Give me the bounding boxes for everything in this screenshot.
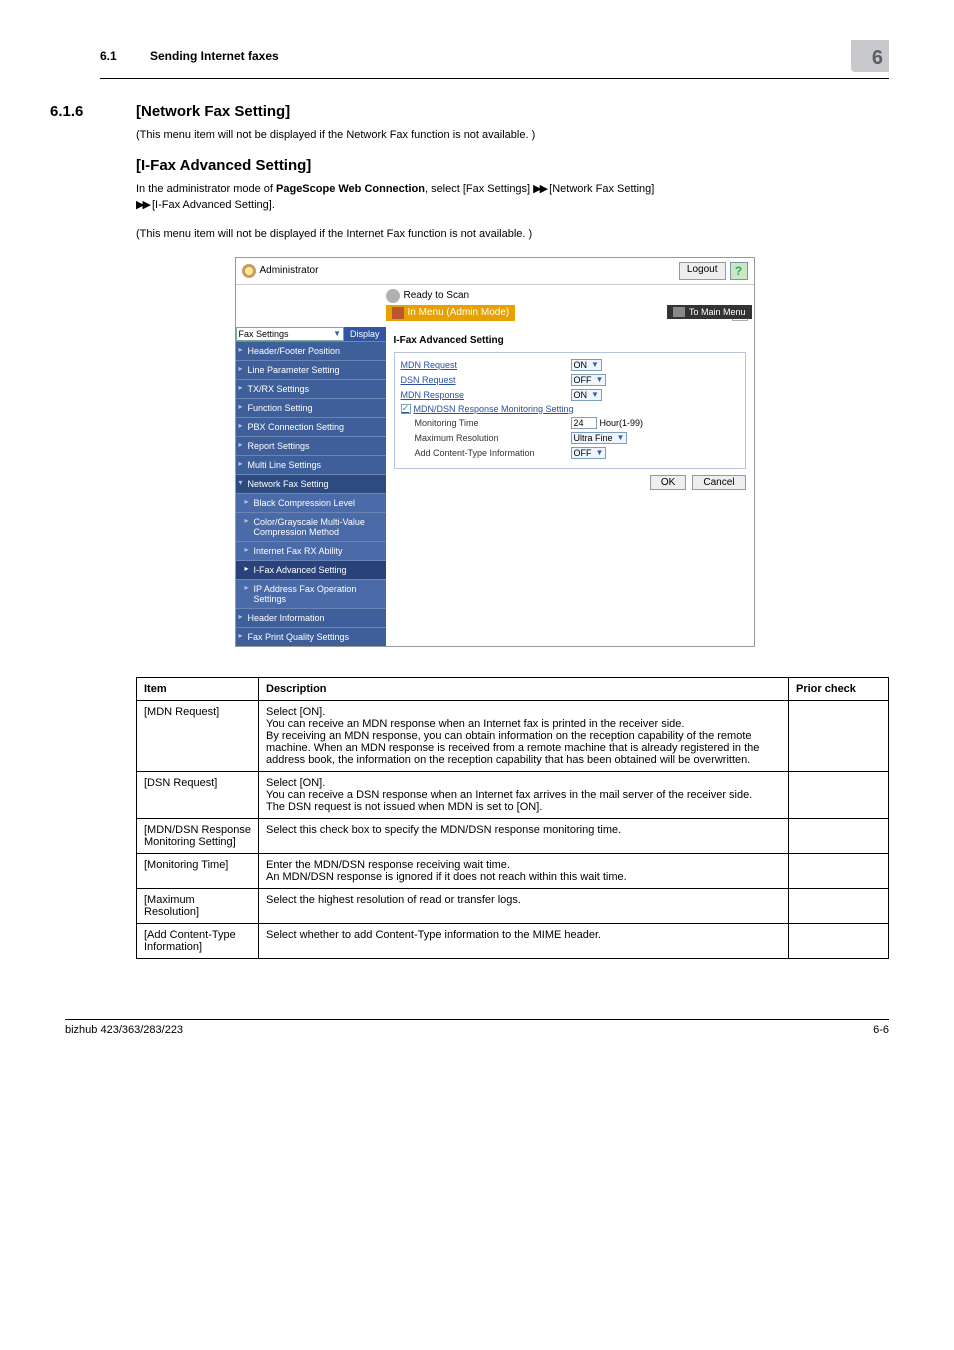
nav-pbx[interactable]: PBX Connection Setting (236, 417, 386, 436)
chevron-down-icon: ▼ (333, 329, 341, 338)
nav-header-footer[interactable]: Header/Footer Position (236, 341, 386, 360)
intro-text-3: (This menu item will not be displayed if… (136, 227, 889, 242)
cell-item: [Add Content-Type Information] (137, 923, 259, 958)
footer-model: bizhub 423/363/283/223 (65, 1024, 183, 1036)
cell-item: [MDN Request] (137, 700, 259, 771)
th-description: Description (259, 677, 789, 700)
status-icon (386, 289, 400, 303)
table-row: [MDN Request] Select [ON]. You can recei… (137, 700, 889, 771)
chevron-down-icon: ▼ (596, 375, 604, 384)
dsn-request-select[interactable]: OFF▼ (571, 374, 607, 386)
nav-header-info[interactable]: Header Information (236, 608, 386, 627)
monitoring-time-input[interactable] (571, 417, 597, 429)
section-number: 6.1 (100, 49, 150, 63)
to-main-menu-button[interactable]: To Main Menu (667, 305, 752, 319)
menu-mode-icon (392, 307, 404, 319)
nav-black-compression[interactable]: Black Compression Level (236, 493, 386, 512)
nav-function[interactable]: Function Setting (236, 398, 386, 417)
nav-color-grayscale[interactable]: Color/Grayscale Multi-Value Compression … (236, 512, 386, 541)
table-row: [MDN/DSN Response Monitoring Setting] Se… (137, 818, 889, 853)
nav-ifax-advanced[interactable]: I-Fax Advanced Setting (236, 560, 386, 579)
screenshot-panel: Administrator Logout ? Ready to Scan In … (235, 257, 755, 647)
mdn-response-select[interactable]: ON▼ (571, 389, 602, 401)
th-prior: Prior check (789, 677, 889, 700)
nav-network-fax[interactable]: Network Fax Setting (236, 474, 386, 493)
max-resolution-select[interactable]: Ultra Fine▼ (571, 432, 628, 444)
nav-report[interactable]: Report Settings (236, 436, 386, 455)
logout-button[interactable]: Logout (679, 262, 726, 280)
administrator-label: Administrator (260, 265, 319, 276)
main-menu-icon (673, 307, 685, 317)
cell-prior (789, 771, 889, 818)
intro-text-1: (This menu item will not be displayed if… (136, 128, 889, 143)
content-area: To Main Menu I-Fax Advanced Setting MDN … (386, 327, 754, 646)
cancel-button[interactable]: Cancel (692, 475, 745, 490)
nav-txrx[interactable]: TX/RX Settings (236, 379, 386, 398)
category-select[interactable]: Fax Settings ▼ (236, 327, 344, 341)
nav-multiline[interactable]: Multi Line Settings (236, 455, 386, 474)
content-heading: I-Fax Advanced Setting (394, 335, 746, 346)
cell-item: [DSN Request] (137, 771, 259, 818)
footer-page: 6-6 (873, 1024, 889, 1036)
menu-mode-tag: In Menu (Admin Mode) (386, 305, 516, 321)
monitoring-checkbox[interactable]: ✓ (401, 404, 411, 414)
help-button[interactable]: ? (730, 262, 748, 280)
status-text: Ready to Scan (404, 290, 470, 301)
nav-line-parameter[interactable]: Line Parameter Setting (236, 360, 386, 379)
dsn-request-link[interactable]: DSN Request (401, 375, 571, 385)
administrator-icon (242, 264, 256, 278)
cell-prior (789, 888, 889, 923)
cell-item: [Monitoring Time] (137, 853, 259, 888)
th-item: Item (137, 677, 259, 700)
monitoring-checkbox-label[interactable]: MDN/DSN Response Monitoring Setting (414, 404, 574, 414)
cell-item: [MDN/DSN Response Monitoring Setting] (137, 818, 259, 853)
mdn-request-link[interactable]: MDN Request (401, 360, 571, 370)
cell-desc: Select the highest resolution of read or… (259, 888, 789, 923)
cell-prior (789, 700, 889, 771)
cell-desc: Select [ON]. You can receive a DSN respo… (259, 771, 789, 818)
cell-prior (789, 853, 889, 888)
corner-badge: 6 (851, 40, 889, 72)
max-resolution-label: Maximum Resolution (415, 433, 571, 443)
table-row: [Maximum Resolution] Select the highest … (137, 888, 889, 923)
add-content-type-select[interactable]: OFF▼ (571, 447, 607, 459)
section-title: Sending Internet faxes (150, 49, 851, 63)
spec-table: Item Description Prior check [MDN Reques… (136, 677, 889, 959)
table-row: [Add Content-Type Information] Select wh… (137, 923, 889, 958)
monitoring-time-label: Monitoring Time (415, 418, 571, 428)
add-content-type-label: Add Content-Type Information (415, 448, 571, 458)
cell-desc: Select whether to add Content-Type infor… (259, 923, 789, 958)
settings-form: MDN Request ON▼ DSN Request OFF▼ MDN Res… (394, 352, 746, 469)
heading-title: [Network Fax Setting] (136, 103, 290, 120)
mdn-request-select[interactable]: ON▼ (571, 359, 602, 371)
chevron-down-icon: ▼ (617, 433, 625, 442)
cell-prior (789, 923, 889, 958)
cell-desc: Select this check box to specify the MDN… (259, 818, 789, 853)
sidebar: Fax Settings ▼ Display Header/Footer Pos… (236, 327, 386, 646)
chevron-down-icon: ▼ (591, 390, 599, 399)
mdn-response-link[interactable]: MDN Response (401, 390, 571, 400)
chevron-down-icon: ▼ (596, 448, 604, 457)
cell-prior (789, 818, 889, 853)
nav-internet-fax-rx[interactable]: Internet Fax RX Ability (236, 541, 386, 560)
monitoring-time-suffix: Hour(1-99) (600, 418, 644, 428)
table-row: [Monitoring Time] Enter the MDN/DSN resp… (137, 853, 889, 888)
ok-button[interactable]: OK (650, 475, 686, 490)
table-row: [DSN Request] Select [ON]. You can recei… (137, 771, 889, 818)
display-button[interactable]: Display (344, 327, 386, 341)
nav-fax-print-quality[interactable]: Fax Print Quality Settings (236, 627, 386, 646)
chevron-down-icon: ▼ (591, 360, 599, 369)
nav-ip-address-fax[interactable]: IP Address Fax Operation Settings (236, 579, 386, 608)
cell-item: [Maximum Resolution] (137, 888, 259, 923)
cell-desc: Enter the MDN/DSN response receiving wai… (259, 853, 789, 888)
cell-desc: Select [ON]. You can receive an MDN resp… (259, 700, 789, 771)
subheading: [I-Fax Advanced Setting] (136, 157, 889, 174)
heading-number: 6.1.6 (50, 103, 136, 120)
intro-text-2: In the administrator mode of PageScope W… (136, 182, 889, 213)
